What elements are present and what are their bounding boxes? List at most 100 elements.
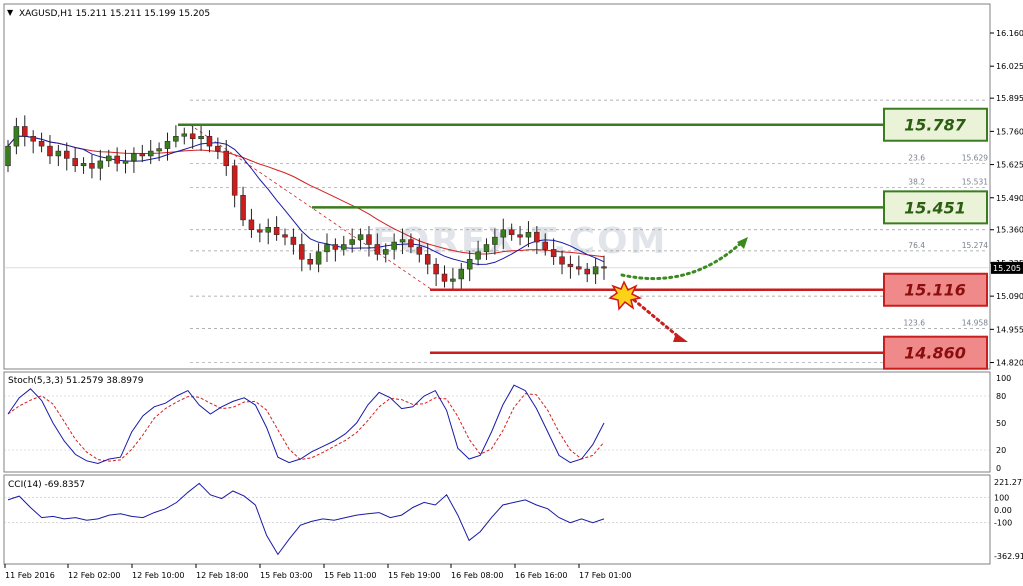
bear-candle [38, 140, 45, 147]
time-tick-label: 16 Feb 16:00 [515, 571, 567, 580]
forex-chart: FOREX T.COM ▼ XAGUSD,H1 15.211 15.211 15… [3, 3, 1023, 580]
price-tick-label: 14.820 [996, 359, 1023, 368]
price-tick-label: 15.360 [996, 226, 1023, 235]
time-tick-label: 16 Feb 08:00 [451, 571, 503, 580]
cci-label: CCI(14) -69.8357 [8, 480, 85, 490]
price-tick-label: 16.025 [996, 62, 1023, 71]
bull-candle [500, 229, 507, 238]
fib-ratio-label: 38.2 [908, 178, 925, 187]
time-tick-label: 12 Feb 10:00 [132, 571, 184, 580]
bear-candle [542, 241, 548, 250]
bear-candle [307, 259, 313, 265]
fib-value-label: 15.274 [962, 241, 988, 250]
bear-candle [114, 155, 120, 164]
bull-candle [55, 150, 62, 157]
bull-candle [173, 136, 179, 142]
bull-candle [198, 136, 204, 139]
price-tick-label: 16.160 [996, 29, 1023, 38]
bear-candle [290, 236, 297, 245]
bear-candle [576, 266, 582, 270]
bear-candle [248, 219, 255, 230]
bear-candle [416, 246, 423, 255]
fib-ratio-label: 123.6 [904, 319, 926, 328]
bear-candle [240, 195, 246, 221]
bull-candle [466, 259, 473, 270]
current-price-label: 15.205 [993, 264, 1021, 273]
bull-candle [399, 239, 406, 243]
price-tick-label: 15.090 [996, 292, 1023, 301]
bear-candle [374, 244, 381, 255]
cci-tick-label: 221.277 [994, 478, 1023, 487]
bear-candle [508, 229, 515, 235]
bear-candle [64, 150, 70, 159]
time-tick-label: 15 Feb 11:00 [324, 571, 376, 580]
bull-candle [357, 234, 364, 240]
time-tick-label: 15 Feb 03:00 [260, 571, 312, 580]
bear-candle [206, 136, 213, 147]
bear-candle [550, 249, 557, 258]
price-panel-frame [3, 3, 991, 370]
bear-candle [601, 266, 607, 269]
bear-candle [424, 254, 431, 265]
bull-candle [5, 145, 11, 167]
bull-candle [450, 278, 456, 282]
time-tick-label: 12 Feb 02:00 [68, 571, 120, 580]
bear-candle [332, 244, 339, 250]
bull-candle [80, 163, 87, 167]
level-label: 15.116 [904, 281, 966, 300]
cci-panel-frame [3, 474, 991, 565]
bull-candle [458, 268, 465, 280]
bear-candle [30, 136, 36, 142]
bull-candle [265, 227, 271, 233]
fib-ratio-label: 76.4 [908, 241, 925, 250]
bull-candle [592, 266, 599, 275]
bull-candle [13, 126, 20, 147]
bull-candle [391, 241, 397, 250]
bull-candle [181, 133, 188, 137]
time-tick-label: 17 Feb 01:00 [579, 571, 631, 580]
bear-candle [584, 268, 590, 275]
bull-candle [483, 244, 490, 253]
level-label: 15.451 [904, 198, 966, 217]
time-tick-label: 11 Feb 2016 [5, 571, 55, 580]
price-tick-label: 15.625 [996, 161, 1023, 170]
bull-candle [324, 244, 330, 253]
fib-value-label: 14.958 [962, 319, 988, 328]
price-tick-label: 14.955 [996, 325, 1023, 334]
price-tick-label: 15.490 [996, 194, 1023, 203]
header-arrow-icon[interactable]: ▼ [7, 8, 14, 17]
fib-ratio-label: 23.6 [908, 154, 925, 163]
stoch-tick-label: 20 [996, 446, 1006, 455]
bull-candle [315, 251, 322, 265]
bull-candle [382, 249, 389, 255]
bear-candle [559, 256, 565, 265]
bear-candle [299, 244, 305, 260]
fib-value-label: 15.629 [962, 154, 988, 163]
bear-candle [72, 158, 78, 167]
bear-candle [366, 234, 372, 245]
level-label: 14.860 [904, 344, 966, 363]
bull-candle [97, 160, 104, 169]
bull-candle [147, 150, 154, 157]
bear-candle [223, 150, 230, 167]
bear-candle [22, 126, 28, 137]
stoch-tick-label: 100 [996, 374, 1011, 383]
bear-candle [517, 234, 523, 238]
bear-candle [47, 145, 53, 157]
cci-tick-label: 100 [994, 493, 1009, 502]
bull-candle [525, 231, 532, 238]
bear-candle [408, 239, 414, 248]
stoch-tick-label: 0 [996, 464, 1001, 473]
time-tick-label: 12 Feb 18:00 [196, 571, 248, 580]
bear-candle [433, 263, 439, 275]
cci-tick-label: -362.914 [994, 552, 1023, 561]
price-tick-label: 15.895 [996, 94, 1023, 103]
bear-candle [231, 165, 238, 196]
time-tick-label: 15 Feb 19:00 [388, 571, 440, 580]
bull-candle [156, 148, 162, 152]
bull-candle [349, 239, 355, 245]
bear-candle [215, 145, 221, 152]
bear-candle [257, 229, 263, 233]
cci-tick-label: 0.00 [994, 506, 1012, 515]
cci-tick-label: -100 [994, 519, 1012, 528]
